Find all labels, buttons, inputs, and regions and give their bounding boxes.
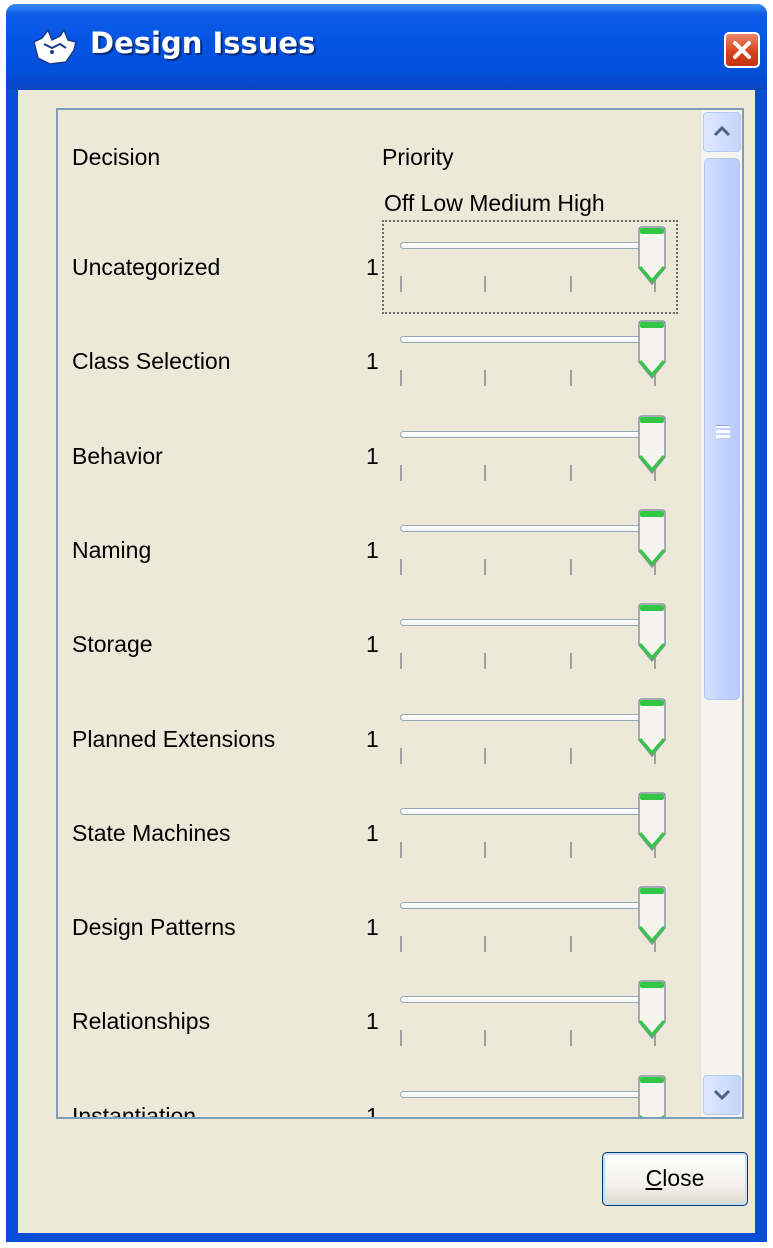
decision-label: State Machines — [72, 820, 231, 846]
close-button[interactable]: Close — [602, 1152, 748, 1206]
close-x-icon[interactable] — [724, 32, 760, 68]
slider-tick — [400, 748, 402, 764]
slider-track — [400, 431, 654, 438]
priority-slider[interactable] — [378, 318, 678, 410]
slider-tick — [484, 465, 486, 481]
slider-thumb[interactable] — [636, 509, 668, 569]
slider-tick — [400, 370, 402, 386]
priority-value: 1 — [366, 1103, 379, 1119]
slider-track — [400, 242, 654, 249]
priority-header: Priority — [382, 144, 454, 170]
window-title: Design Issues — [90, 26, 316, 60]
decision-label: Uncategorized — [72, 254, 221, 280]
chevron-down-icon — [713, 1089, 731, 1101]
decision-label: Design Patterns — [72, 914, 236, 940]
decision-label: Naming — [72, 537, 152, 563]
priority-slider[interactable] — [378, 413, 678, 505]
decision-label: Instantiation — [72, 1103, 197, 1119]
decision-label: Class Selection — [72, 348, 231, 374]
slider-thumb[interactable] — [636, 980, 668, 1040]
slider-track — [400, 996, 654, 1003]
decision-label: Behavior — [72, 443, 163, 469]
decision-label: Relationships — [72, 1008, 211, 1034]
slider-tick — [400, 465, 402, 481]
slider-tick — [484, 842, 486, 858]
priority-slider[interactable] — [378, 978, 678, 1070]
slider-tick — [484, 1030, 486, 1046]
priority-value: 1 — [366, 914, 379, 940]
priority-value: 1 — [366, 537, 379, 563]
priority-value: 1 — [366, 631, 379, 657]
priority-slider[interactable] — [378, 884, 678, 976]
slider-track — [400, 525, 654, 532]
dialog-client-area: Decision Priority Off Low Medium High Un… — [18, 90, 755, 1233]
slider-tick — [570, 748, 572, 764]
close-label-rest: lose — [662, 1165, 705, 1191]
slider-tick — [570, 370, 572, 386]
priority-value: 1 — [366, 254, 379, 280]
slider-thumb[interactable] — [636, 1075, 668, 1119]
slider-tick — [400, 653, 402, 669]
slider-tick — [484, 370, 486, 386]
rhino-app-icon — [33, 28, 77, 65]
decision-label: Planned Extensions — [72, 726, 276, 752]
slider-track — [400, 336, 654, 343]
slider-tick — [570, 1030, 572, 1046]
slider-tick — [570, 276, 572, 292]
slider-tick — [400, 936, 402, 952]
scroll-up-button[interactable] — [703, 112, 741, 152]
slider-tick — [400, 842, 402, 858]
scroll-grip-icon — [716, 425, 730, 428]
slider-track — [400, 619, 654, 626]
slider-thumb[interactable] — [636, 415, 668, 475]
slider-thumb[interactable] — [636, 886, 668, 946]
slider-thumb[interactable] — [636, 320, 668, 380]
slider-thumb[interactable] — [636, 698, 668, 758]
slider-tick — [484, 936, 486, 952]
slider-track — [400, 1091, 654, 1098]
slider-tick — [570, 842, 572, 858]
slider-tick — [484, 276, 486, 292]
priority-slider[interactable] — [378, 224, 678, 316]
slider-tick — [484, 748, 486, 764]
priority-scale-labels: Off Low Medium High — [384, 190, 605, 216]
slider-track — [400, 714, 654, 721]
priority-value: 1 — [366, 1008, 379, 1034]
slider-thumb[interactable] — [636, 226, 668, 286]
dialog-window: Design Issues Decision Priority Off Low … — [6, 4, 767, 1242]
slider-tick — [484, 559, 486, 575]
slider-tick — [570, 559, 572, 575]
priority-value: 1 — [366, 348, 379, 374]
close-x-glyph — [733, 41, 751, 59]
title-bar[interactable]: Design Issues — [6, 4, 767, 90]
close-mnemonic: C — [645, 1165, 663, 1191]
scroll-down-button[interactable] — [703, 1075, 741, 1115]
scroll-thumb[interactable] — [704, 158, 740, 700]
slider-tick — [484, 653, 486, 669]
slider-track — [400, 902, 654, 909]
slider-track — [400, 808, 654, 815]
priority-slider[interactable] — [378, 601, 678, 693]
priority-slider[interactable] — [378, 1073, 678, 1119]
slider-tick — [400, 1030, 402, 1046]
priority-slider[interactable] — [378, 696, 678, 788]
slider-tick — [400, 559, 402, 575]
slider-tick — [400, 276, 402, 292]
priority-value: 1 — [366, 820, 379, 846]
slider-tick — [570, 653, 572, 669]
slider-tick — [570, 936, 572, 952]
decision-header: Decision — [72, 144, 161, 170]
chevron-up-icon — [713, 125, 731, 137]
slider-tick — [570, 465, 572, 481]
slider-thumb[interactable] — [636, 792, 668, 852]
decision-label: Storage — [72, 631, 153, 657]
priority-slider[interactable] — [378, 790, 678, 882]
vertical-scrollbar[interactable] — [700, 110, 742, 1117]
slider-thumb[interactable] — [636, 603, 668, 663]
priority-slider[interactable] — [378, 507, 678, 599]
issues-panel: Decision Priority Off Low Medium High Un… — [56, 108, 744, 1119]
priority-value: 1 — [366, 443, 379, 469]
priority-value: 1 — [366, 726, 379, 752]
